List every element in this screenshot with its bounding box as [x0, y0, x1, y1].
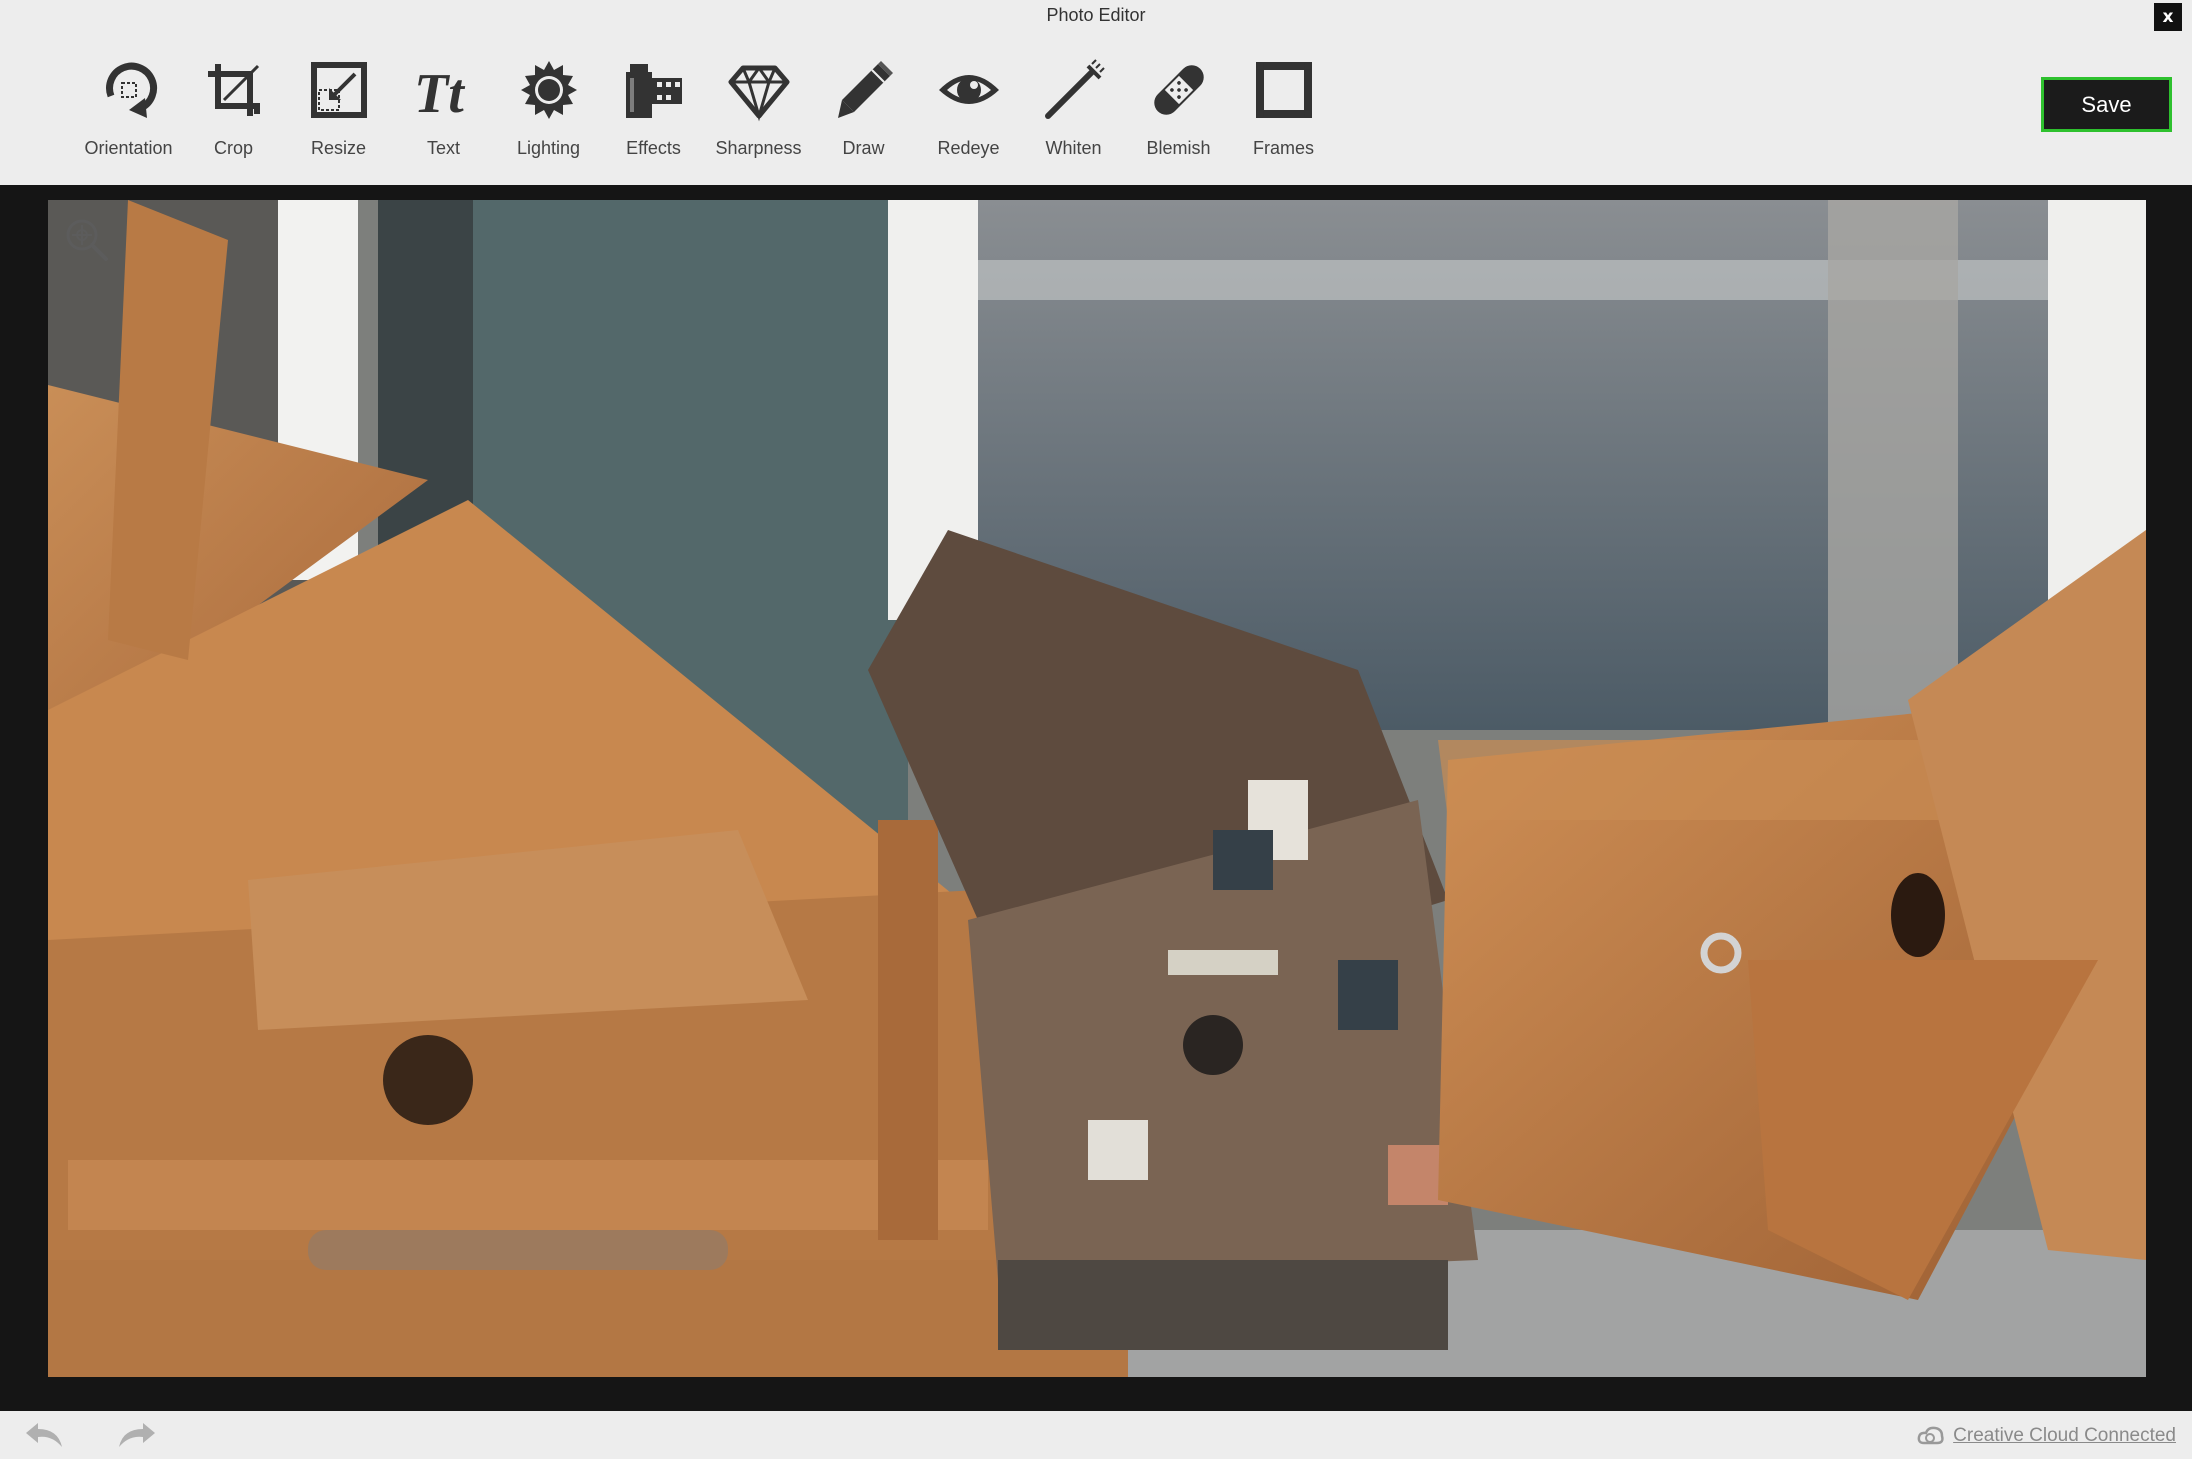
tool-sharpness[interactable]: Sharpness — [706, 50, 811, 180]
wooden-birdhouses-photo[interactable] — [48, 200, 2146, 1377]
tool-redeye[interactable]: Redeye — [916, 50, 1021, 180]
tool-label: Orientation — [84, 138, 173, 158]
title-bar: Photo Editor x — [0, 0, 2192, 36]
save-button[interactable]: Save — [2041, 77, 2172, 132]
tool-lighting[interactable]: Lighting — [496, 50, 601, 180]
tool-label: Whiten — [1045, 138, 1102, 158]
tool-draw[interactable]: Draw — [811, 50, 916, 180]
redeye-icon — [934, 50, 1004, 130]
tool-whiten[interactable]: Whiten — [1021, 50, 1126, 180]
tool-label: Text — [426, 138, 460, 158]
tool-label: Effects — [626, 138, 681, 158]
tool-resize[interactable]: Resize — [286, 50, 391, 180]
sharpness-icon — [724, 50, 794, 130]
undo-icon[interactable] — [22, 1419, 68, 1453]
lighting-icon — [514, 50, 584, 130]
creative-cloud-label: Creative Cloud Connected — [1953, 1425, 2176, 1446]
creative-cloud-status[interactable]: Creative Cloud Connected — [1917, 1423, 2176, 1449]
frames-icon — [1249, 50, 1319, 130]
blemish-icon — [1144, 50, 1214, 130]
whiten-icon — [1039, 50, 1109, 130]
tool-label: Lighting — [516, 138, 581, 158]
redo-icon[interactable] — [113, 1419, 159, 1453]
tool-label: Resize — [310, 138, 367, 158]
creative-cloud-icon — [1917, 1425, 1945, 1447]
close-button[interactable]: x — [2154, 3, 2182, 31]
orientation-icon — [94, 50, 164, 130]
toolbar: Orientation Crop Resize Tt Text Lighting… — [76, 50, 1336, 180]
tool-label: Redeye — [937, 138, 1000, 158]
editor-canvas — [0, 185, 2192, 1411]
zoom-icon[interactable] — [62, 215, 112, 265]
crop-icon — [199, 50, 269, 130]
window-title: Photo Editor — [1046, 5, 1146, 25]
tool-label: Sharpness — [715, 138, 802, 158]
tool-label: Crop — [213, 138, 253, 158]
tool-label: Blemish — [1146, 138, 1211, 158]
text-icon: Tt — [409, 50, 479, 130]
effects-icon — [619, 50, 689, 130]
tool-label: Draw — [842, 138, 885, 158]
footer-bar: Creative Cloud Connected — [0, 1411, 2192, 1459]
text-icon-glyph: Tt — [414, 63, 465, 122]
tool-crop[interactable]: Crop — [181, 50, 286, 180]
draw-icon — [829, 50, 899, 130]
tool-blemish[interactable]: Blemish — [1126, 50, 1231, 180]
tool-label: Frames — [1252, 138, 1314, 158]
tool-frames[interactable]: Frames — [1231, 50, 1336, 180]
tool-orientation[interactable]: Orientation — [76, 50, 181, 180]
resize-icon — [304, 50, 374, 130]
tool-effects[interactable]: Effects — [601, 50, 706, 180]
photo-editor-window: Photo Editor x Orientation Crop Resize T… — [0, 0, 2192, 1459]
tool-text[interactable]: Tt Text — [391, 50, 496, 180]
